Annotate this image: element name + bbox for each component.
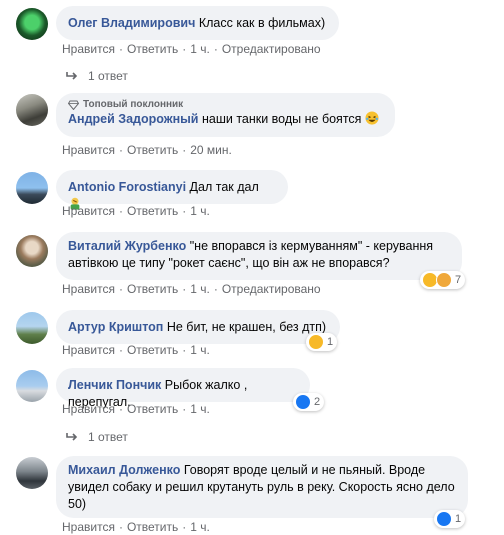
comment-bubble: Михаил Долженко Говорят вроде целый и не… [56,456,468,518]
replies-count: 1 ответ [88,69,128,83]
laughing-emoji-icon [365,111,379,125]
comment-text: наши танки воды не боятся [201,112,362,126]
reaction-summary[interactable]: 2 [293,393,325,411]
comment-time[interactable]: 1 ч. [190,343,210,357]
top-fan-diamond-icon [68,100,79,110]
reply-arrow-icon [66,433,78,441]
reply-button[interactable]: Ответить [127,42,178,56]
comment-time[interactable]: 1 ч. [190,42,210,56]
haha-reaction-icon [308,334,324,350]
comment-bubble: Олег Владимирович Класс как в фильмах) [56,6,339,40]
reaction-count: 1 [327,336,334,348]
comment-bubble: Топовый поклонник Андрей Задорожный наши… [56,93,395,137]
reply-button[interactable]: Ответить [127,143,178,157]
comment-author[interactable]: Виталий Журбенко [68,239,186,253]
sad-reaction-icon [436,272,452,288]
reply-button[interactable]: Ответить [127,204,178,218]
view-replies-link[interactable]: 1 ответ [66,69,128,83]
like-reaction-icon [436,511,452,527]
comment-bubble: Виталий Журбенко "не впорався із кермува… [56,232,462,280]
avatar[interactable] [16,312,48,344]
comment-author[interactable]: Андрей Задорожный [68,112,199,126]
comment-author[interactable]: Артур Криштоп [68,320,163,334]
edited-label: Отредактировано [221,282,321,296]
reaction-summary[interactable]: 1 [306,333,338,351]
like-button[interactable]: Нравится [62,520,115,534]
like-reaction-icon [295,394,311,410]
comment-author[interactable]: Antonio Forostianyi [68,180,186,194]
comment-time[interactable]: 1 ч. [190,204,210,218]
avatar[interactable] [16,457,48,489]
comment-author[interactable]: Михаил Долженко [68,463,180,477]
comment-time[interactable]: 1 ч. [190,520,210,534]
badge-label: Топовый поклонник [83,99,184,110]
comment-author[interactable]: Ленчик Пончик [68,378,161,392]
avatar[interactable] [16,94,48,126]
reply-button[interactable]: Ответить [127,520,178,534]
reaction-count: 2 [314,396,321,408]
comment-bubble: Ленчик Пончик Рыбок жалко , перепугал. [56,368,310,409]
reaction-count: 7 [455,274,462,286]
reaction-summary[interactable]: 7 [420,271,466,289]
comment-actions: Нравится · Ответить · 1 ч. [62,204,210,218]
like-button[interactable]: Нравится [62,42,115,56]
like-button[interactable]: Нравится [62,402,115,416]
comment-text: Класс как в фильмах) [198,16,326,30]
comment-bubble: Артур Криштоп Не бит, не крашен, без дтп… [56,310,340,344]
comment-actions: Нравится · Ответить · 1 ч. [62,343,210,357]
comment-actions: Нравится · Ответить · 1 ч. [62,402,210,416]
comment-time[interactable]: 1 ч. [190,402,210,416]
comment-actions: Нравится · Ответить · 1 ч. [62,520,210,534]
like-button[interactable]: Нравится [62,204,115,218]
comment-bubble: Antonio Forostianyi Дал так дал [56,170,288,210]
comment-text: Не бит, не крашен, без дтп) [166,320,327,334]
comment-time[interactable]: 1 ч. [190,282,210,296]
avatar[interactable] [16,172,48,204]
avatar[interactable] [16,370,48,402]
reaction-count: 1 [455,513,462,525]
reaction-summary[interactable]: 1 [434,510,466,528]
like-button[interactable]: Нравится [62,282,115,296]
reply-button[interactable]: Ответить [127,343,178,357]
reply-button[interactable]: Ответить [127,282,178,296]
comment-author[interactable]: Олег Владимирович [68,16,195,30]
top-fan-badge: Топовый поклонник [68,98,383,111]
edited-label: Отредактировано [221,42,321,56]
comment-actions: Нравится · Ответить · 20 мин. [62,143,232,157]
avatar[interactable] [16,235,48,267]
comment-actions: Нравится · Ответить · 1 ч. · Отредактировано [62,42,321,56]
reply-button[interactable]: Ответить [127,402,178,416]
like-button[interactable]: Нравится [62,143,115,157]
view-replies-link[interactable]: 1 ответ [66,430,128,444]
comment-actions: Нравится · Ответить · 1 ч. · Отредактировано [62,282,321,296]
comment-time[interactable]: 20 мин. [190,143,232,157]
comment-text: Дал так дал [189,180,259,194]
replies-count: 1 ответ [88,430,128,444]
like-button[interactable]: Нравится [62,343,115,357]
reply-arrow-icon [66,72,78,80]
avatar[interactable] [16,8,48,40]
